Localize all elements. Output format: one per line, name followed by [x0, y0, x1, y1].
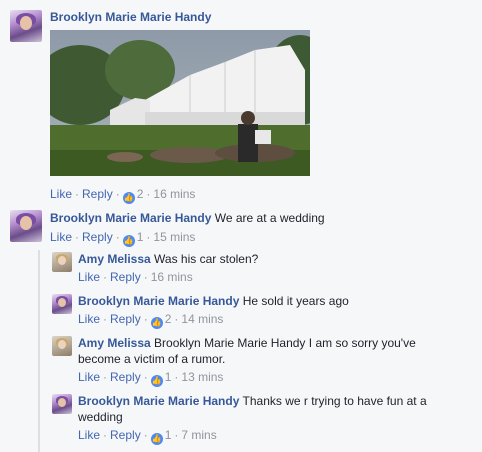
reply-author[interactable]: Amy Melissa — [78, 252, 151, 266]
reply-link[interactable]: Reply — [110, 428, 141, 442]
reply-author[interactable]: Brooklyn Marie Marie Handy — [78, 394, 239, 408]
timestamp[interactable]: 16 mins — [151, 270, 193, 284]
timestamp[interactable]: 15 mins — [153, 230, 195, 244]
timestamp[interactable]: 7 mins — [181, 428, 216, 442]
like-link[interactable]: Like — [78, 370, 100, 384]
avatar[interactable] — [10, 10, 42, 42]
reply-link[interactable]: Reply — [82, 230, 113, 244]
reply-link[interactable]: Reply — [110, 312, 141, 326]
like-link[interactable]: Like — [50, 187, 72, 201]
avatar[interactable] — [52, 252, 72, 272]
thumbs-up-icon[interactable]: 👍 — [150, 375, 163, 387]
comment-author[interactable]: Brooklyn Marie Marie Handy — [50, 211, 211, 225]
comment-actions: Like · Reply · 👍 2 · 16 mins — [50, 187, 196, 204]
timestamp[interactable]: 13 mins — [181, 370, 223, 384]
thumbs-up-icon[interactable]: 👍 — [150, 433, 163, 445]
comment-author[interactable]: Brooklyn Marie Marie Handy — [50, 10, 211, 24]
comment-text: We are at a wedding — [214, 211, 325, 225]
avatar[interactable] — [52, 336, 72, 356]
reply-actions: Like · Reply · 👍 1 · 7 mins — [78, 428, 217, 445]
reply-link[interactable]: Reply — [110, 270, 141, 284]
reply-text-continued: wedding — [78, 410, 123, 424]
thumbs-up-icon[interactable]: 👍 — [122, 192, 135, 204]
reply-text: Thanks we r trying to have fun at a — [242, 394, 427, 408]
like-link[interactable]: Like — [50, 230, 72, 244]
reply-body: Amy Melissa Brooklyn Marie Marie Handy I… — [78, 336, 416, 350]
reply-body: Brooklyn Marie Marie Handy He sold it ye… — [78, 294, 349, 308]
reply-link[interactable]: Reply — [110, 370, 141, 384]
thumbs-up-icon[interactable]: 👍 — [150, 317, 163, 329]
like-link[interactable]: Like — [78, 428, 100, 442]
reply-author[interactable]: Amy Melissa — [78, 336, 151, 350]
reply-link[interactable]: Reply — [82, 187, 113, 201]
reply-text-continued: become a victim of a rumor. — [78, 352, 226, 366]
avatar[interactable] — [52, 394, 72, 414]
reaction-count[interactable]: 2 — [165, 312, 172, 326]
reply-thread-line — [38, 250, 40, 452]
reaction-count[interactable]: 1 — [165, 370, 172, 384]
reply-actions: Like · Reply · 👍 1 · 13 mins — [78, 370, 224, 387]
reply-actions: Like · Reply · 👍 2 · 14 mins — [78, 312, 224, 329]
reply-body: Amy Melissa Was his car stolen? — [78, 252, 258, 266]
reaction-count[interactable]: 2 — [137, 187, 144, 201]
reply-author[interactable]: Brooklyn Marie Marie Handy — [78, 294, 239, 308]
reaction-count[interactable]: 1 — [165, 428, 172, 442]
thumbs-up-icon[interactable]: 👍 — [122, 235, 135, 247]
reply-body: Brooklyn Marie Marie Handy Thanks we r t… — [78, 394, 427, 408]
timestamp[interactable]: 16 mins — [153, 187, 195, 201]
avatar[interactable] — [10, 210, 42, 242]
like-link[interactable]: Like — [78, 312, 100, 326]
reply-actions: Like · Reply · 16 mins — [78, 270, 193, 284]
reply-text: Was his car stolen? — [154, 252, 259, 266]
comment-actions: Like · Reply · 👍 1 · 15 mins — [50, 230, 196, 247]
avatar[interactable] — [52, 294, 72, 314]
wedding-tent-photo — [50, 30, 310, 176]
reaction-count[interactable]: 1 — [137, 230, 144, 244]
reply-text: He sold it years ago — [242, 294, 349, 308]
reply-text: Brooklyn Marie Marie Handy I am so sorry… — [154, 336, 416, 350]
timestamp[interactable]: 14 mins — [181, 312, 223, 326]
like-link[interactable]: Like — [78, 270, 100, 284]
comment-body: Brooklyn Marie Marie Handy We are at a w… — [50, 211, 325, 225]
comment-photo[interactable] — [50, 30, 310, 176]
